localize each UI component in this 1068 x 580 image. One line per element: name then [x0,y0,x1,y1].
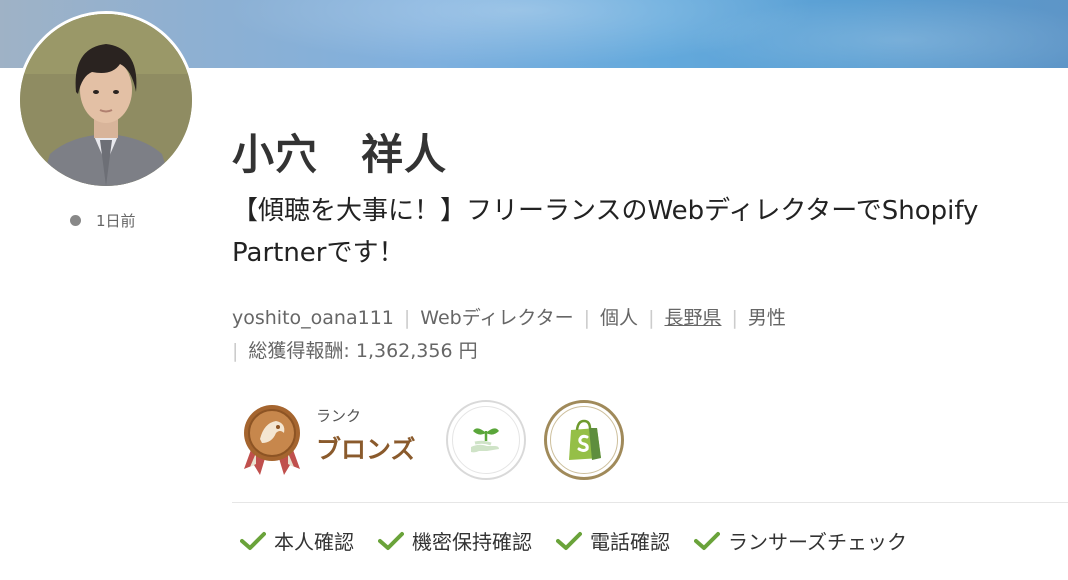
shopify-partner-badge[interactable] [543,400,624,480]
meta-separator: | [731,307,738,329]
verification-label: 本人確認 [274,530,354,554]
meta-separator: | [403,307,411,329]
last-login-text: 1日前 [96,212,136,230]
status-dot-icon [70,215,81,226]
check-icon [240,531,266,550]
gender: 男性 [747,307,786,329]
location-link[interactable]: 長野県 [664,307,721,329]
verification-item: 機密保持確認 [378,526,532,555]
section-divider [232,502,1068,503]
sprout-hand-icon [470,428,499,453]
rank-label: ランク [316,406,362,425]
verification-label: ランサーズチェック [728,530,907,554]
avatar [17,11,195,189]
account-type: 個人 [600,307,639,329]
total-earnings-label: 総獲得報酬: [248,340,350,362]
check-icon [556,531,582,550]
profile-meta: yoshito_oana111 | Webディレクター | 個人 | 長野県 | 男性 | 総獲得… [232,302,872,368]
meta-separator: | [648,307,655,329]
rank-value: ブロンズ [316,434,416,464]
check-icon [694,531,720,550]
verification-label: 機密保持確認 [412,530,532,554]
badge-row: ランク ブロンズ [242,400,642,480]
avatar-photo [20,14,192,186]
verification-item: 電話確認 [556,526,670,555]
total-earnings-value: 1,362,356 円 [355,340,478,362]
shopify-bag-icon [568,419,601,460]
sprout-badge[interactable] [445,400,526,480]
verification-label: 電話確認 [590,530,670,554]
meta-separator: | [583,307,591,329]
meta-separator: | [232,340,239,362]
profile-name: 小穴 祥人 [232,130,448,179]
bronze-medal-icon [244,405,300,475]
profile-catchphrase: 【傾聴を大事に！】フリーランスのWebディレクターでShopify Partne… [232,196,979,268]
verification-item: 本人確認 [240,526,354,555]
last-login-status: 1日前 [70,210,136,231]
verification-item: ランサーズチェック [694,526,907,555]
rank-badge[interactable]: ランク ブロンズ [242,403,416,477]
username: yoshito_oana111 [232,307,394,329]
check-icon [378,531,404,550]
verification-list: 本人確認 機密保持確認 電話確認 ランサーズチェック [240,526,931,555]
occupation: Webディレクター [420,307,574,329]
